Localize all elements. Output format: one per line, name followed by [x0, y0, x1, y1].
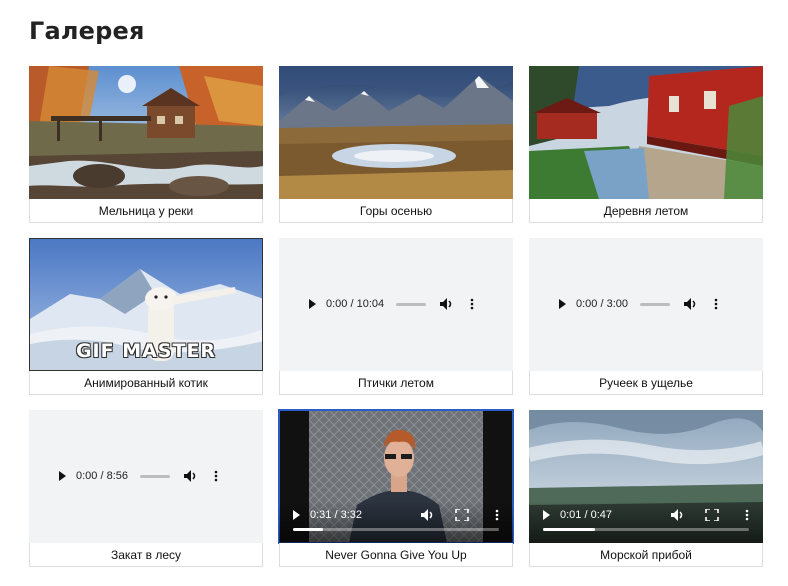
video-time: 0:31 / 3:32 — [310, 509, 362, 521]
more-options-icon[interactable] — [214, 470, 218, 482]
mountains-image[interactable] — [279, 66, 513, 199]
gif-overlay-text: GIF MASTER — [75, 340, 217, 362]
audio-seek-bar[interactable] — [640, 302, 670, 306]
gallery-item[interactable]: 0:31 / 3:32 Never Gonna Give You Up — [278, 409, 514, 567]
play-icon[interactable] — [293, 510, 300, 520]
gallery-item[interactable]: 0:01 / 0:47 Морской прибой — [529, 410, 763, 567]
gallery-item[interactable]: Горы осенью — [279, 66, 513, 223]
gallery-item[interactable]: 0:00 / 10:04 Птички летом — [279, 238, 513, 395]
gallery-item[interactable]: Деревня летом — [529, 66, 763, 223]
image-caption: Горы осенью — [279, 199, 513, 223]
gallery-item[interactable]: 0:00 / 8:56 Закат в лесу — [29, 410, 263, 567]
video-caption: Морской прибой — [529, 543, 763, 567]
video-player[interactable]: 0:01 / 0:47 — [529, 410, 763, 543]
play-icon[interactable] — [59, 471, 66, 481]
gallery-item[interactable]: GIF MASTER Анимированный котик — [29, 238, 263, 395]
gallery-item[interactable]: 0:00 / 3:00 Ручеек в ущелье — [529, 238, 763, 395]
image-caption: Анимированный котик — [29, 371, 263, 395]
audio-time: 0:00 / 8:56 — [76, 470, 128, 482]
video-caption: Never Gonna Give You Up — [279, 543, 513, 567]
fullscreen-icon[interactable] — [705, 509, 719, 521]
volume-icon[interactable] — [671, 509, 685, 521]
audio-player[interactable]: 0:00 / 10:04 — [279, 238, 513, 371]
volume-icon[interactable] — [684, 298, 698, 310]
mill-image[interactable] — [29, 66, 263, 199]
volume-icon[interactable] — [440, 298, 454, 310]
more-options-icon[interactable] — [714, 298, 718, 310]
more-options-icon[interactable] — [745, 509, 749, 521]
play-icon[interactable] — [309, 299, 316, 309]
image-caption: Мельница у реки — [29, 199, 263, 223]
gallery-item[interactable]: Мельница у реки — [29, 66, 263, 223]
video-player[interactable]: 0:31 / 3:32 — [278, 409, 514, 544]
audio-seek-bar[interactable] — [140, 474, 170, 478]
play-icon[interactable] — [543, 510, 550, 520]
volume-icon[interactable] — [184, 470, 198, 482]
video-time: 0:01 / 0:47 — [560, 509, 612, 521]
audio-caption: Закат в лесу — [29, 543, 263, 567]
village-image[interactable] — [529, 66, 763, 199]
video-controls: 0:31 / 3:32 — [279, 501, 513, 543]
video-progress-fill — [543, 528, 595, 531]
image-caption: Деревня летом — [529, 199, 763, 223]
more-options-icon[interactable] — [495, 509, 499, 521]
video-progress-fill — [293, 528, 324, 531]
audio-player[interactable]: 0:00 / 3:00 — [529, 238, 763, 371]
audio-caption: Ручеек в ущелье — [529, 371, 763, 395]
page-title: Галерея — [29, 17, 145, 45]
volume-icon[interactable] — [421, 509, 435, 521]
more-options-icon[interactable] — [470, 298, 474, 310]
fullscreen-icon[interactable] — [455, 509, 469, 521]
audio-player[interactable]: 0:00 / 8:56 — [29, 410, 263, 543]
video-progress-bar[interactable] — [293, 528, 499, 531]
audio-seek-bar[interactable] — [396, 302, 427, 306]
play-icon[interactable] — [559, 299, 566, 309]
video-progress-bar[interactable] — [543, 528, 749, 531]
audio-time: 0:00 / 10:04 — [326, 298, 385, 310]
audio-caption: Птички летом — [279, 371, 513, 395]
cat-gif-image[interactable]: GIF MASTER — [29, 238, 263, 371]
video-controls: 0:01 / 0:47 — [529, 501, 763, 543]
audio-time: 0:00 / 3:00 — [576, 298, 628, 310]
